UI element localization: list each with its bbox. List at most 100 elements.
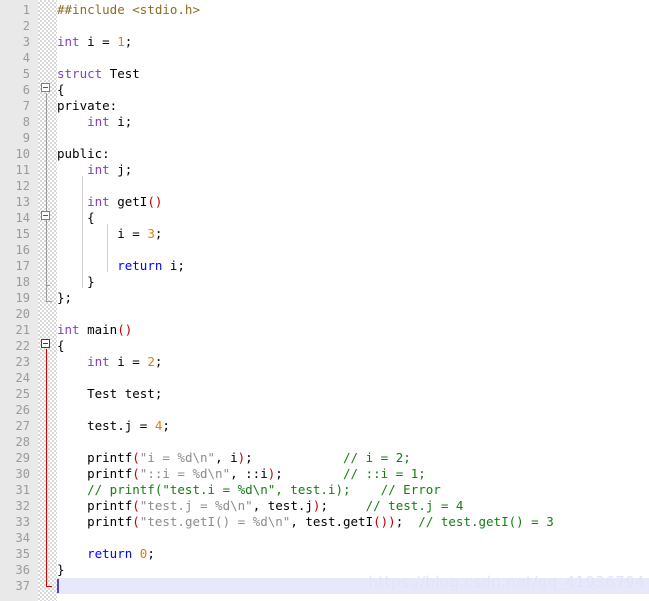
code-text[interactable]: public:	[57, 146, 110, 162]
code-text[interactable]: {	[57, 210, 95, 226]
code-line[interactable]: 20	[0, 306, 649, 322]
code-line[interactable]: 24	[0, 370, 649, 386]
token-pln	[403, 514, 418, 529]
code-text[interactable]: printf("test.getI() = %d\n", test.getI()…	[57, 514, 554, 530]
line-number: 27	[15, 419, 30, 433]
fold-toggle-main[interactable]	[41, 339, 50, 348]
line-number: 20	[15, 307, 30, 321]
line-number: 15	[15, 227, 30, 241]
code-line[interactable]: 10 public:	[0, 146, 649, 162]
code-text[interactable]: // printf("test.i = %d\n", test.i); // E…	[57, 482, 441, 498]
code-text[interactable]: return 0;	[57, 546, 155, 562]
code-text[interactable]: private:	[57, 98, 117, 114]
line-number: 11	[15, 163, 30, 177]
code-text[interactable]: {	[57, 82, 65, 98]
code-text[interactable]: printf("i = %d\n", i); // i = 2;	[57, 450, 411, 466]
code-text[interactable]: i = 3;	[57, 226, 162, 242]
code-line[interactable]: 26	[0, 402, 649, 418]
token-pln: }	[57, 274, 95, 289]
code-text[interactable]: struct Test	[57, 66, 140, 82]
token-pln: i =	[109, 354, 148, 369]
code-line[interactable]: 11 int j;	[0, 162, 649, 178]
token-pre: ##include <stdio.h>	[57, 2, 200, 17]
code-line[interactable]: 13 int getI()	[0, 194, 649, 210]
fold-toggle-struct[interactable]	[41, 83, 50, 92]
token-pln: , test.j	[252, 498, 313, 513]
token-cmt: // test.j = 4	[365, 498, 464, 513]
code-line[interactable]: 7 private:	[0, 98, 649, 114]
token-pln	[57, 354, 87, 369]
code-text[interactable]: int main()	[57, 322, 132, 338]
code-text[interactable]: int i;	[57, 114, 132, 130]
line-number: 8	[22, 115, 30, 129]
code-text[interactable]: }	[57, 274, 95, 290]
code-line[interactable]: 1 ##include <stdio.h>	[0, 2, 649, 18]
token-pln: i;	[162, 258, 185, 273]
code-line[interactable]: 21 int main()	[0, 322, 649, 338]
code-line[interactable]: 2	[0, 18, 649, 34]
code-line[interactable]: 28	[0, 434, 649, 450]
indent-guide	[82, 176, 83, 288]
token-pln: };	[57, 290, 73, 305]
code-rows[interactable]: 1 ##include <stdio.h> 2 3 int i = 1; 4 5 struct…	[0, 0, 649, 601]
code-line[interactable]: 6{	[0, 82, 649, 98]
token-pln: printf	[57, 498, 133, 513]
code-line[interactable]: 18 }	[0, 274, 649, 290]
code-text[interactable]: };	[57, 290, 72, 306]
code-text[interactable]: printf("test.j = %d\n", test.j); // test…	[57, 498, 463, 514]
code-line[interactable]: 30 printf("::i = %d\n", ::i); // ::i = 1…	[0, 466, 649, 482]
token-pln: ;	[154, 226, 163, 241]
code-text[interactable]: Test test;	[57, 386, 162, 402]
code-line[interactable]: 8 int i;	[0, 114, 649, 130]
token-cmt: // printf("test.i = %d\n", test.i); // E…	[57, 482, 441, 497]
code-line[interactable]: 5 struct Test	[0, 66, 649, 82]
token-pln: printf	[57, 514, 133, 529]
code-line[interactable]: 4	[0, 50, 649, 66]
code-line[interactable]: 29 printf("i = %d\n", i); // i = 2;	[0, 450, 649, 466]
code-line[interactable]: 9	[0, 130, 649, 146]
token-pln: Test test;	[57, 386, 163, 401]
code-text[interactable]: test.j = 4;	[57, 418, 170, 434]
code-line[interactable]: 19};	[0, 290, 649, 306]
code-line[interactable]: 33 printf("test.getI() = %d\n", test.get…	[0, 514, 649, 530]
code-line[interactable]: 3 int i = 1;	[0, 34, 649, 50]
code-text[interactable]: printf("::i = %d\n", ::i); // ::i = 1;	[57, 466, 426, 482]
fold-region-line-main	[46, 349, 47, 586]
code-line[interactable]: 14 {	[0, 210, 649, 226]
line-number: 4	[22, 51, 30, 65]
token-kw: int	[87, 194, 110, 209]
token-pln: {	[57, 338, 65, 353]
token-pln	[132, 546, 140, 561]
code-line[interactable]: 23 int i = 2;	[0, 354, 649, 370]
code-text[interactable]: {	[57, 338, 65, 354]
code-line[interactable]: 15 i = 3;	[0, 226, 649, 242]
token-pln: main	[79, 322, 118, 337]
code-line[interactable]: 27 test.j = 4;	[0, 418, 649, 434]
code-line[interactable]: 22 {	[0, 338, 649, 354]
code-line[interactable]: 25 Test test;	[0, 386, 649, 402]
code-text[interactable]: int i = 2;	[57, 354, 162, 370]
code-line[interactable]: 17 return i;	[0, 258, 649, 274]
code-text[interactable]: ##include <stdio.h>	[57, 2, 200, 18]
code-text[interactable]: int i = 1;	[57, 34, 132, 50]
code-text[interactable]: int j;	[57, 162, 132, 178]
code-text[interactable]: return i;	[57, 258, 185, 274]
code-text[interactable]: int getI()	[57, 194, 162, 210]
code-text[interactable]: }	[57, 562, 65, 578]
line-number: 36	[15, 563, 30, 577]
line-number: 33	[15, 515, 30, 529]
line-number: 7	[22, 99, 30, 113]
code-line[interactable]: 35 return 0;	[0, 546, 649, 562]
fold-toggle-geti[interactable]	[41, 211, 50, 220]
code-line[interactable]: 32 printf("test.j = %d\n", test.j); // t…	[0, 498, 649, 514]
code-line[interactable]: 31 // printf("test.i = %d\n", test.i); /…	[0, 482, 649, 498]
code-line[interactable]: 16	[0, 242, 649, 258]
code-editor[interactable]: 1 ##include <stdio.h> 2 3 int i = 1; 4 5 struct…	[0, 0, 649, 601]
token-cmt: // ::i = 1;	[343, 466, 426, 481]
token-pln: getI	[109, 194, 148, 209]
text-cursor	[57, 579, 59, 593]
line-number: 6	[22, 83, 30, 97]
code-line[interactable]: 12	[0, 178, 649, 194]
code-line[interactable]: 34	[0, 530, 649, 546]
token-pln: {	[57, 210, 95, 225]
